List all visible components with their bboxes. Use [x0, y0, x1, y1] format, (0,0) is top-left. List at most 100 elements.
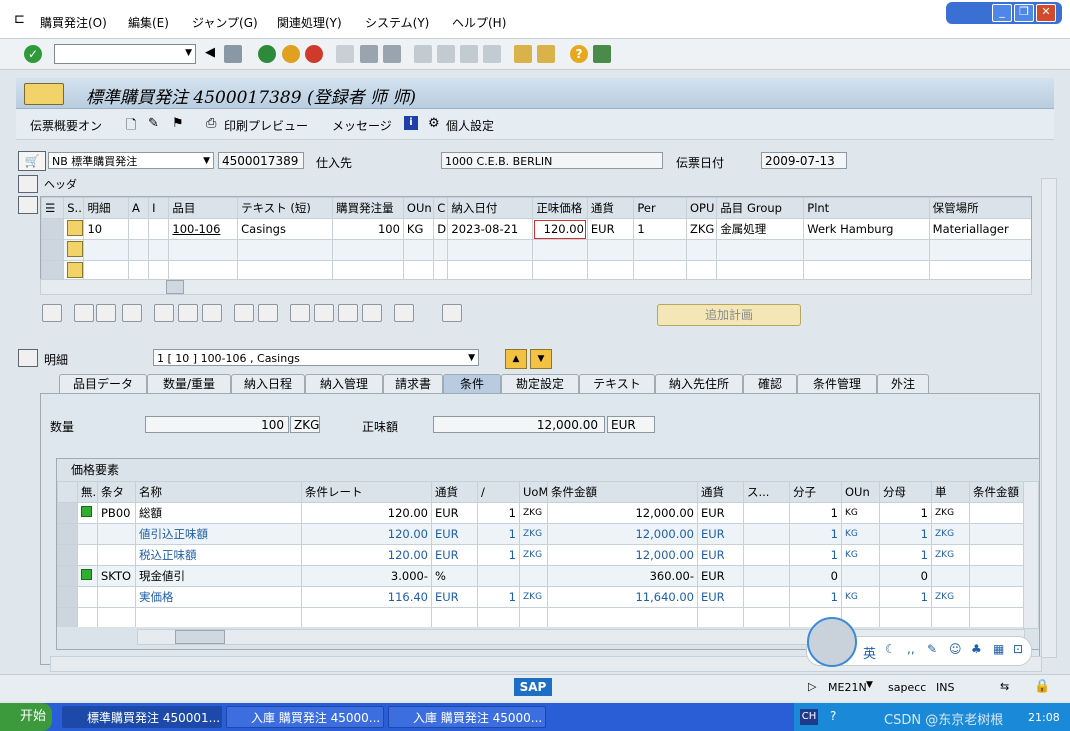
cell-rate[interactable]: 3.000- — [301, 565, 432, 587]
cell-short-text[interactable]: Casings — [237, 218, 334, 240]
next-item-button[interactable]: ▼ — [530, 349, 552, 369]
col-a[interactable]: A — [127, 197, 150, 219]
lock-icon[interactable] — [178, 304, 198, 322]
security-lock-icon[interactable]: 🔒 — [1034, 679, 1050, 694]
help-tray-icon[interactable]: ? — [830, 709, 836, 723]
chevron-down-icon[interactable]: ▼ — [468, 350, 475, 365]
cell-numerator[interactable]: 1 — [789, 523, 842, 545]
menu-jump[interactable]: ジャンプ(G) — [192, 14, 258, 31]
select-all-icon[interactable] — [74, 304, 94, 322]
cell-per[interactable]: 1 — [477, 544, 520, 566]
pricing-row[interactable]: 値引込正味額 120.00 EUR 1 ZKG 12,000.00 EUR 1 KG 1 ZKG — [57, 523, 1023, 545]
find-next-icon[interactable] — [383, 45, 401, 63]
cell-plant[interactable]: Werk Hamburg — [803, 218, 930, 240]
tab-delivery[interactable]: 納入管理 — [305, 374, 383, 394]
chevron-down-icon[interactable]: ▼ — [203, 153, 210, 168]
row-selector[interactable] — [41, 260, 65, 279]
cell-value-currency[interactable]: EUR — [697, 502, 744, 524]
cell-status-text[interactable] — [743, 502, 790, 524]
col-plant[interactable]: Plnt — [803, 197, 930, 219]
pricing-row[interactable]: 税込正味額 120.00 EUR 1 ZKG 12,000.00 EUR 1 KG 1 ZKG — [57, 544, 1023, 566]
tab-conditions[interactable]: 条件 — [443, 374, 501, 395]
unlock-icon[interactable] — [202, 304, 222, 322]
task-button-po[interactable]: 標準購買発注 450001... — [62, 706, 222, 728]
previous-item-button[interactable]: ▲ — [505, 349, 527, 369]
cell-a[interactable] — [127, 218, 150, 240]
tab-subcontracting[interactable]: 外注 — [877, 374, 929, 394]
insert-mode[interactable]: INS — [936, 681, 954, 694]
cell-value-currency[interactable]: EUR — [697, 565, 744, 587]
sort-desc-icon[interactable] — [314, 304, 334, 322]
col-item[interactable]: 明細 — [83, 197, 129, 219]
col-short-text[interactable]: テキスト (短) — [237, 197, 334, 219]
print-icon[interactable] — [336, 45, 354, 63]
row-selector[interactable] — [41, 218, 65, 240]
table-row[interactable]: 10 100-106 Casings 100 KG D 2023-08-21 1… — [41, 218, 1031, 240]
cell-oun[interactable] — [841, 565, 880, 587]
cell-status[interactable] — [77, 502, 98, 524]
filter-icon[interactable] — [338, 304, 358, 322]
cell-numerator[interactable]: 0 — [789, 565, 842, 587]
cell-status[interactable] — [77, 586, 98, 608]
cell-per[interactable]: 1 — [633, 218, 687, 240]
cell-condition-value-2[interactable] — [969, 565, 1023, 587]
cell-storage-location[interactable]: Materiallager — [928, 218, 1031, 240]
column-select-icon[interactable]: ☰ — [41, 197, 65, 219]
col-currency[interactable]: 通貨 — [586, 197, 635, 219]
cell-numerator[interactable]: 1 — [789, 502, 842, 524]
select-block-icon[interactable] — [96, 304, 116, 322]
ime-toolbar[interactable]: 英 ☾ ,, ✎ ☺ ♣ ▦ ⊡ — [806, 617, 1032, 667]
cell-condition-value[interactable]: 11,640.00 — [547, 586, 698, 608]
cell-status-text[interactable] — [743, 523, 790, 545]
sort-icon[interactable] — [290, 304, 310, 322]
document-date-field[interactable]: 2009-07-13 — [761, 152, 847, 169]
cell-oun[interactable]: KG — [841, 544, 880, 566]
cell-unit[interactable]: ZKG — [931, 586, 970, 608]
cell-condition-value[interactable]: 360.00- — [547, 565, 698, 587]
personal-settings-icon[interactable]: ⚙ — [428, 116, 440, 131]
tab-material-data[interactable]: 品目データ — [59, 374, 147, 394]
cell-name[interactable]: 値引込正味額 — [135, 523, 302, 545]
check-icon[interactable]: ⚑ — [172, 116, 184, 131]
col-net-price[interactable]: 正味価格 — [532, 197, 588, 219]
cell-currency[interactable]: EUR — [431, 544, 478, 566]
back-arrow-icon[interactable]: ◀ — [205, 45, 215, 60]
cell-condition-type[interactable] — [97, 586, 136, 608]
delete-icon[interactable] — [154, 304, 174, 322]
pricing-row[interactable]: SKTO 現金値引 3.000-% 360.00- EUR 0 0 — [57, 565, 1023, 587]
filter-settings-icon[interactable] — [362, 304, 382, 322]
hold-icon[interactable]: ✎ — [148, 116, 159, 131]
cell-condition-type[interactable]: SKTO — [97, 565, 136, 587]
col-name[interactable]: 名称 — [135, 481, 302, 503]
item-detail-expand-icon[interactable] — [18, 349, 38, 367]
cell-numerator[interactable]: 1 — [789, 586, 842, 608]
cell-currency[interactable]: EUR — [431, 523, 478, 545]
cell-rate[interactable]: 120.00 — [301, 502, 432, 524]
ime-avatar-icon[interactable] — [807, 617, 857, 667]
cell-condition-value-2[interactable] — [969, 502, 1023, 524]
col-unit[interactable]: 単 — [931, 481, 970, 503]
col-status[interactable]: S.. — [63, 197, 85, 219]
details-icon[interactable] — [42, 304, 62, 322]
cell-uom[interactable]: ZKG — [519, 502, 548, 524]
transaction-code[interactable]: ME21N — [828, 681, 867, 694]
messages-button[interactable]: メッセージ — [332, 117, 392, 134]
layout-icon[interactable] — [593, 45, 611, 63]
cancel-icon[interactable] — [305, 45, 323, 63]
cell-oun[interactable]: KG — [841, 523, 880, 545]
row-selector[interactable] — [57, 544, 78, 566]
pricing-row[interactable]: PB00 総額 120.00 EUR 1 ZKG 12,000.00 EUR 1 KG 1 ZKG — [57, 502, 1023, 524]
cell-currency[interactable]: EUR — [431, 502, 478, 524]
info-icon[interactable]: i — [404, 116, 418, 130]
command-field[interactable]: ▼ — [54, 44, 196, 64]
copy-icon[interactable] — [234, 304, 254, 322]
first-page-icon[interactable] — [414, 45, 432, 63]
document-overview-button[interactable]: 伝票概要オン — [30, 117, 102, 134]
additional-planning-button[interactable]: 追加計画 — [657, 304, 801, 326]
ime-emoji-icon[interactable]: ☺ — [949, 642, 962, 656]
prev-page-icon[interactable] — [437, 45, 455, 63]
col-rate[interactable]: 条件レート — [301, 481, 432, 503]
cell-uom[interactable] — [519, 565, 548, 587]
tab-account-assignment[interactable]: 勘定設定 — [501, 374, 579, 394]
services-object-icon[interactable] — [24, 83, 64, 105]
